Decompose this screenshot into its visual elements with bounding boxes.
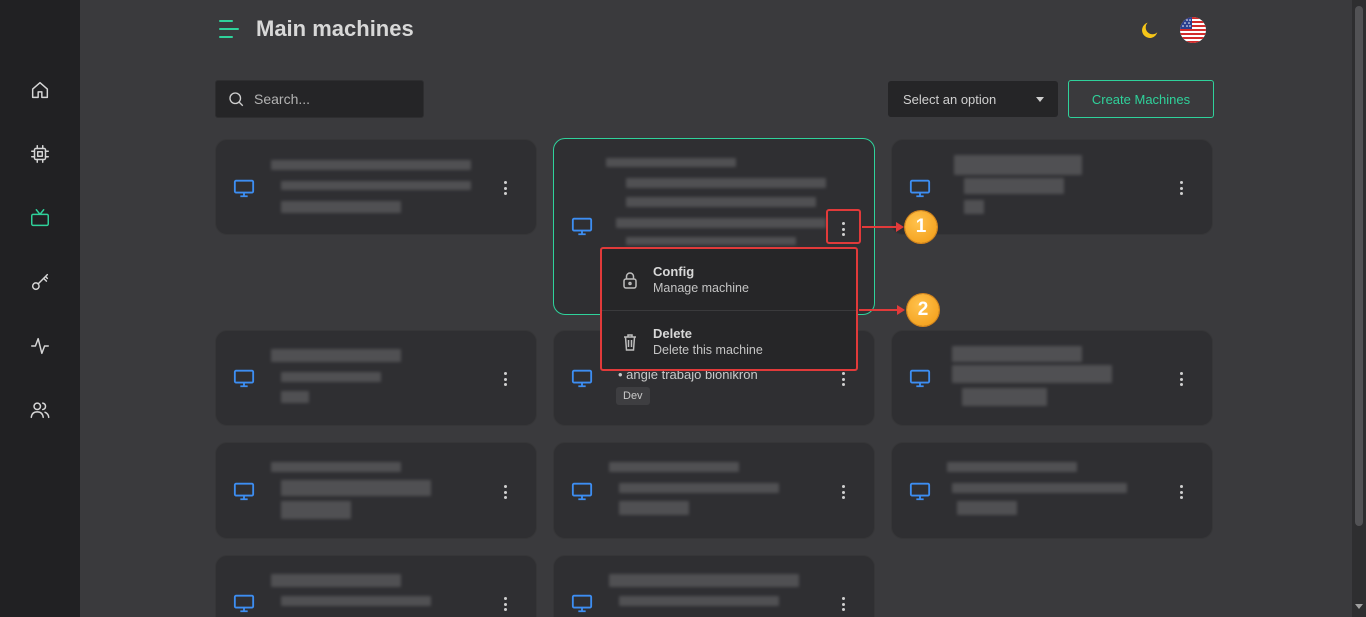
menu-icon[interactable] bbox=[219, 19, 241, 39]
more-options-icon[interactable] bbox=[500, 482, 510, 502]
monitor-icon bbox=[571, 480, 593, 502]
monitor-icon bbox=[909, 480, 931, 502]
monitor-icon bbox=[571, 215, 593, 237]
arrow-icon bbox=[862, 222, 904, 232]
search-icon bbox=[229, 92, 244, 107]
lock-icon bbox=[622, 271, 638, 289]
sidebar-item-keys[interactable] bbox=[26, 268, 54, 296]
monitor-icon bbox=[233, 592, 255, 614]
machine-card[interactable] bbox=[215, 442, 537, 539]
us-flag-icon[interactable] bbox=[1180, 17, 1206, 43]
machine-card[interactable] bbox=[215, 330, 537, 426]
activity-icon bbox=[31, 337, 49, 355]
machine-card[interactable] bbox=[891, 442, 1213, 539]
create-machines-button[interactable]: Create Machines bbox=[1068, 80, 1214, 118]
machine-card[interactable] bbox=[891, 330, 1213, 426]
sidebar-item-home[interactable] bbox=[26, 76, 54, 104]
more-options-icon[interactable] bbox=[500, 369, 510, 389]
more-options-icon[interactable] bbox=[1176, 369, 1186, 389]
select-label: Select an option bbox=[903, 91, 997, 107]
scroll-down-icon[interactable] bbox=[1355, 604, 1363, 609]
home-icon bbox=[31, 81, 49, 99]
search-box[interactable] bbox=[215, 80, 424, 118]
key-icon bbox=[31, 273, 49, 291]
kebab-highlight-box bbox=[826, 209, 861, 244]
scrollbar-thumb[interactable] bbox=[1355, 6, 1363, 526]
machine-card[interactable] bbox=[891, 139, 1213, 235]
sidebar-item-machines[interactable] bbox=[26, 204, 54, 232]
monitor-icon bbox=[571, 367, 593, 389]
search-input[interactable] bbox=[254, 91, 404, 107]
more-options-icon[interactable] bbox=[838, 482, 848, 502]
cpu-icon bbox=[31, 145, 49, 163]
sidebar bbox=[0, 0, 80, 617]
menu-item-delete[interactable]: Delete Delete this machine bbox=[602, 311, 856, 371]
menu-item-subtitle: Delete this machine bbox=[653, 343, 763, 357]
menu-item-config[interactable]: Config Manage machine bbox=[602, 249, 856, 309]
more-options-icon[interactable] bbox=[838, 369, 848, 389]
filter-select[interactable]: Select an option bbox=[888, 81, 1058, 117]
monitor-icon bbox=[233, 480, 255, 502]
more-options-icon[interactable] bbox=[1176, 178, 1186, 198]
machine-card[interactable] bbox=[553, 442, 875, 539]
machine-card[interactable] bbox=[215, 555, 537, 617]
trash-icon bbox=[622, 333, 638, 351]
sidebar-item-activity[interactable] bbox=[26, 332, 54, 360]
arrow-icon bbox=[859, 305, 905, 315]
status-badge: Dev bbox=[616, 387, 650, 405]
machine-card[interactable] bbox=[215, 139, 537, 235]
scrollbar[interactable] bbox=[1352, 0, 1366, 617]
tv-icon bbox=[31, 209, 49, 227]
page-title: Main machines bbox=[256, 16, 414, 41]
machine-options-menu: Config Manage machine Delete Delete this… bbox=[600, 247, 858, 371]
monitor-icon bbox=[909, 177, 931, 199]
users-icon bbox=[30, 402, 50, 419]
more-options-icon[interactable] bbox=[500, 178, 510, 198]
chevron-down-icon bbox=[1036, 96, 1044, 102]
step-callout-2: 2 bbox=[907, 294, 939, 326]
monitor-icon bbox=[233, 367, 255, 389]
monitor-icon bbox=[571, 592, 593, 614]
step-callout-1: 1 bbox=[905, 211, 937, 243]
more-options-icon[interactable] bbox=[500, 594, 510, 614]
menu-item-subtitle: Manage machine bbox=[653, 281, 749, 295]
machine-card[interactable] bbox=[553, 555, 875, 617]
sidebar-item-cpu[interactable] bbox=[26, 140, 54, 168]
more-options-icon[interactable] bbox=[1176, 482, 1186, 502]
menu-item-title: Config bbox=[653, 264, 695, 279]
moon-icon[interactable] bbox=[1139, 19, 1161, 41]
sidebar-item-users[interactable] bbox=[26, 396, 54, 424]
monitor-icon bbox=[909, 367, 931, 389]
menu-item-title: Delete bbox=[653, 326, 693, 341]
monitor-icon bbox=[233, 177, 255, 199]
more-options-icon[interactable] bbox=[838, 594, 848, 614]
